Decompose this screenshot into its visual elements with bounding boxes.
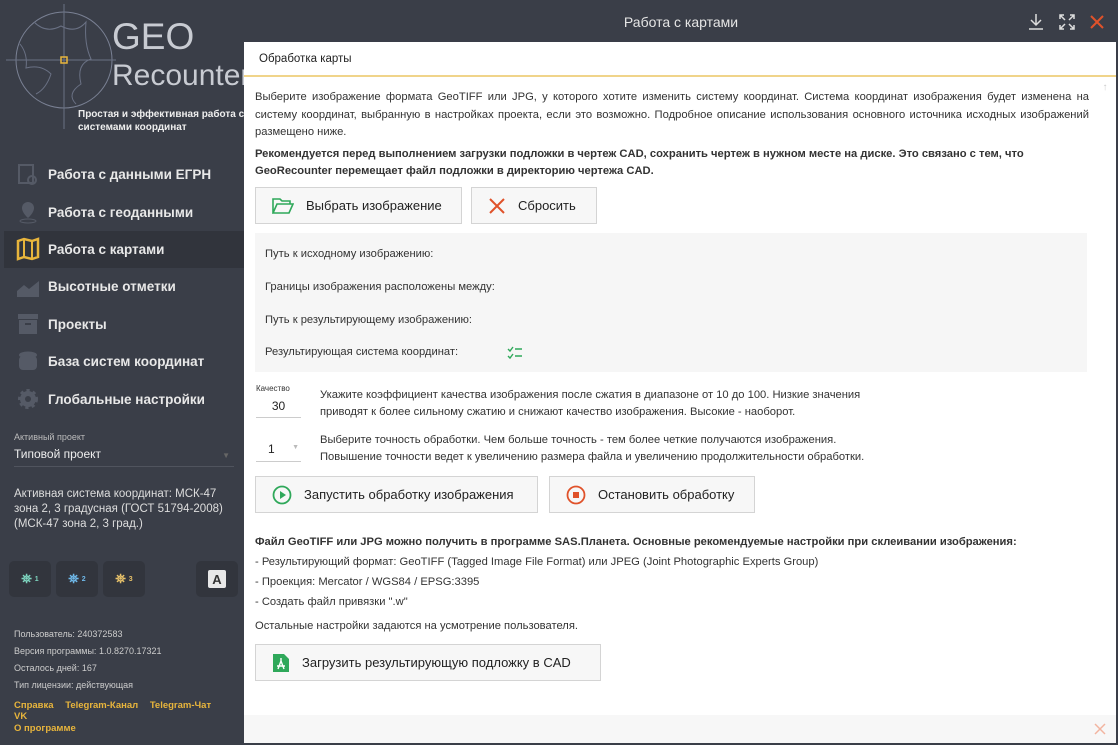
survey-tool-3-button[interactable]: ⛯ 3 — [103, 561, 145, 597]
bottom-strip — [244, 715, 1116, 743]
close-x-icon — [489, 197, 505, 214]
chevron-down-icon: ▼ — [222, 451, 230, 460]
sidebar-item-label: Глобальные настройки — [48, 391, 205, 407]
maximize-icon[interactable] — [1058, 13, 1076, 31]
scroll-up-icon[interactable]: ↑ — [1098, 82, 1112, 96]
program-version: Версия программы: 1.0.8270.17321 — [14, 646, 162, 656]
source-path-label: Путь к исходному изображению: — [265, 248, 434, 260]
precision-select[interactable]: 1 ▼ — [256, 438, 301, 462]
days-left: Осталось дней: 167 — [14, 663, 97, 673]
active-coordinate-system: Активная система координат: МСК-47 зона … — [14, 488, 223, 530]
sidebar-item-label: Работа с геоданными — [48, 204, 194, 220]
sidebar-item-global-settings[interactable]: Глобальные настройки — [4, 380, 244, 417]
database-icon — [19, 351, 37, 370]
close-icon[interactable] — [1088, 13, 1106, 31]
sas-projection: - Проекция: Mercator / WGS84 / EPSG:3395 — [255, 576, 480, 588]
image-info-panel: Путь к исходному изображению: Границы из… — [255, 233, 1087, 372]
tab-map-processing[interactable]: Обработка карты — [244, 42, 1116, 77]
sidebar-item-maps[interactable]: Работа с картами — [4, 230, 244, 269]
elevation-chart-icon — [17, 280, 39, 297]
stop-circle-icon — [566, 485, 586, 504]
reset-button[interactable]: Сбросить — [471, 187, 597, 224]
about-link[interactable]: О программе — [14, 723, 76, 734]
load-to-cad-button[interactable]: Загрузить результирующую подложку в CAD — [255, 644, 601, 681]
sidebar-nav: Работа с данными ЕГРН Работа с геоданным… — [4, 156, 244, 418]
image-bounds-label: Границы изображения расположены между: — [265, 281, 495, 293]
intro-text: Выберите изображение формата GeoTIFF или… — [255, 91, 1089, 138]
help-link[interactable]: Справка — [14, 700, 54, 711]
precision-help: Выберите точность обработки. Чем больше … — [320, 434, 865, 463]
select-image-button[interactable]: Выбрать изображение — [255, 187, 462, 224]
sidebar-item-label: Работа с картами — [48, 241, 165, 257]
sas-format: - Результирующий формат: GeoTIFF (Tagged… — [255, 556, 819, 568]
license-type: Тип лицензии: действующая — [14, 680, 134, 690]
survey-tool-2-button[interactable]: ⛯ 2 — [56, 561, 98, 597]
cad-tool-button[interactable]: A — [196, 561, 238, 597]
close-icon[interactable] — [1094, 723, 1106, 735]
footer-links: Справка Telegram-Канал Telegram-Чат VK — [14, 700, 244, 722]
telegram-channel-link[interactable]: Telegram-Канал — [65, 700, 138, 711]
quality-label: Качество — [256, 384, 290, 393]
content: Выберите изображение формата GeoTIFF или… — [255, 89, 1089, 181]
quality-input[interactable]: 30 — [256, 396, 301, 418]
document-search-icon — [18, 163, 37, 185]
cad-file-icon — [273, 653, 289, 672]
stop-processing-button[interactable]: Остановить обработку — [549, 476, 755, 513]
sidebar-item-label: Высотные отметки — [48, 279, 176, 295]
location-pin-icon — [19, 202, 37, 224]
checklist-icon[interactable] — [507, 346, 523, 360]
main-panel: Обработка карты ↑ Выберите изображение ф… — [244, 42, 1116, 743]
chevron-down-icon: ▼ — [292, 444, 299, 451]
quality-help: Укажите коэффициент качества изображения… — [320, 389, 861, 418]
sidebar-item-elevation[interactable]: Высотные отметки — [4, 268, 244, 305]
sidebar-item-egrn[interactable]: Работа с данными ЕГРН — [4, 156, 244, 193]
survey-point-icon: ⛯ — [115, 571, 126, 586]
survey-point-icon: ⛯ — [21, 571, 32, 586]
vk-link[interactable]: VK — [14, 711, 27, 722]
survey-point-icon: ⛯ — [68, 571, 79, 586]
play-circle-icon — [272, 485, 292, 504]
user-id: Пользователь: 240372583 — [14, 629, 123, 639]
license-info: Пользователь: 240372583 Версия программы… — [14, 626, 162, 694]
result-crs-label: Результирующая система координат: — [265, 346, 459, 358]
sidebar-item-crs-database[interactable]: База систем координат — [4, 343, 244, 380]
result-path-label: Путь к результирующему изображению: — [265, 314, 472, 326]
sidebar-item-label: База систем координат — [48, 354, 205, 370]
survey-tool-1-button[interactable]: ⛯ 1 — [9, 561, 51, 597]
telegram-chat-link[interactable]: Telegram-Чат — [150, 700, 211, 711]
title-bar: Работа с картами — [244, 0, 1118, 42]
sidebar: GEO Recounter Простая и эффективная рабо… — [0, 0, 250, 745]
active-project-value: Типовой проект — [14, 447, 102, 461]
logo: GEO Recounter Простая и эффективная рабо… — [6, 4, 250, 134]
sas-worldfile: - Создать файл привязки ".w" — [255, 596, 408, 608]
archive-box-icon — [18, 314, 38, 335]
sidebar-item-label: Проекты — [48, 316, 107, 332]
compass-drawing-icon: A — [208, 570, 226, 588]
gear-icon — [18, 389, 38, 410]
logo-tagline: Простая и эффективная работа с системами… — [78, 109, 245, 133]
sas-rest: Остальные настройки задаются на усмотрен… — [255, 620, 579, 632]
recommendation-text: Рекомендуется перед выполнением загрузки… — [255, 147, 1024, 178]
sidebar-item-projects[interactable]: Проекты — [4, 306, 244, 343]
download-icon[interactable] — [1027, 13, 1045, 31]
active-project-select[interactable]: Типовой проект ▼ — [14, 447, 234, 467]
logo-recounter: Recounter — [112, 59, 251, 92]
start-processing-button[interactable]: Запустить обработку изображения — [255, 476, 538, 513]
map-icon — [16, 237, 40, 262]
active-project-label: Активный проект — [14, 432, 85, 442]
sidebar-item-label: Работа с данными ЕГРН — [48, 167, 212, 183]
window-title: Работа с картами — [623, 14, 739, 30]
sas-instructions: Файл GeoTIFF или JPG можно получить в пр… — [255, 532, 1095, 636]
sidebar-item-geodata[interactable]: Работа с геоданными — [4, 193, 244, 230]
folder-open-icon — [272, 197, 294, 214]
sas-title: Файл GeoTIFF или JPG можно получить в пр… — [255, 536, 1017, 548]
logo-geo: GEO — [112, 16, 195, 57]
